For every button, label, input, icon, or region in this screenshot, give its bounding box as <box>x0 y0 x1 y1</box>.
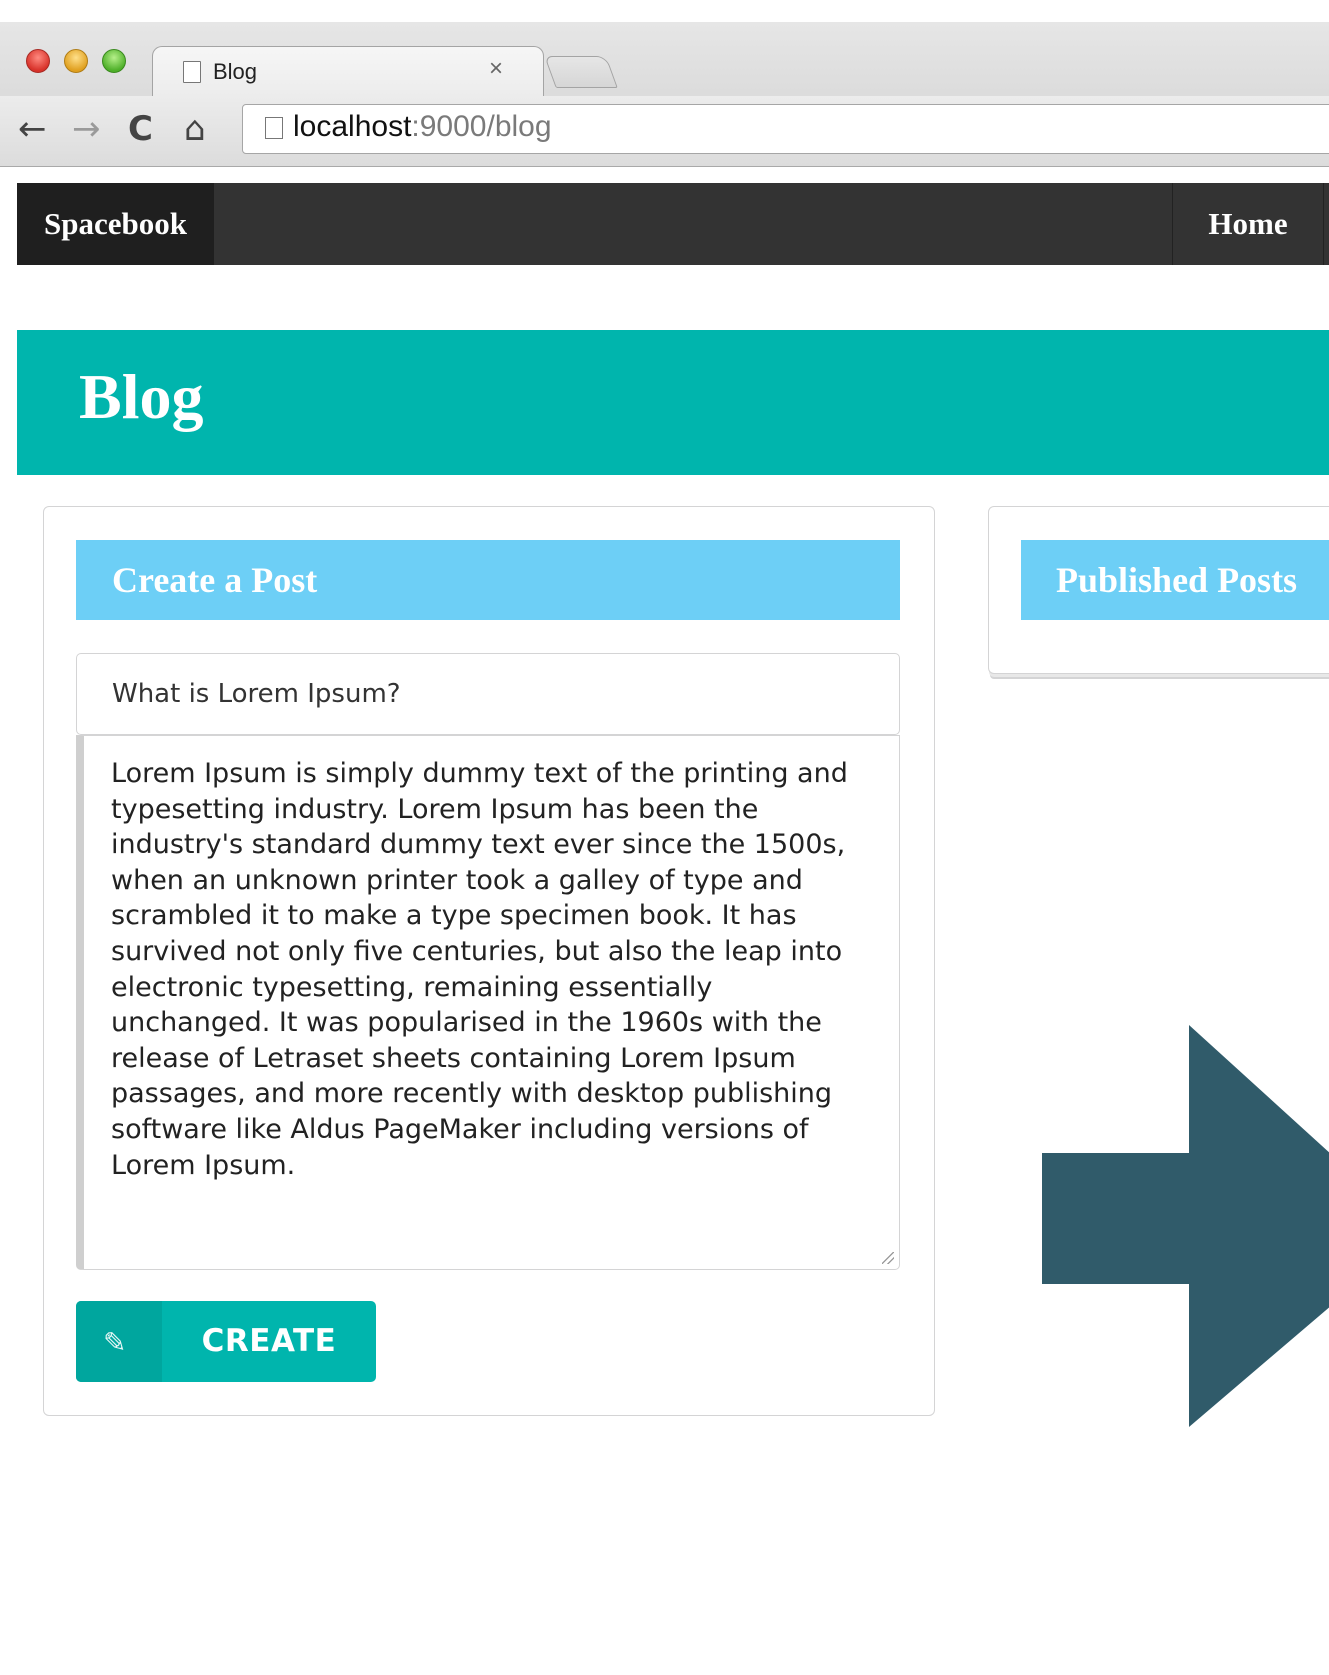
create-post-header: Create a Post <box>76 540 900 620</box>
edit-icon: ✎ <box>103 1327 127 1358</box>
browser-tab[interactable]: Blog × <box>152 46 544 97</box>
browser-chrome: Blog × ← → C ⌂ localhost:9000/blog <box>0 0 1329 167</box>
create-button[interactable]: ✎ CREATE <box>76 1301 376 1382</box>
minimize-window-button[interactable] <box>64 49 88 73</box>
reload-icon[interactable]: C <box>128 104 153 154</box>
published-posts-header: Published Posts <box>1021 540 1329 620</box>
page-icon <box>183 61 201 83</box>
tab-close-icon[interactable]: × <box>489 55 503 83</box>
textarea-resize-handle[interactable] <box>882 1252 894 1264</box>
brand-link[interactable]: Spacebook <box>17 183 214 265</box>
arrow-shape <box>1042 1025 1329 1427</box>
close-window-button[interactable] <box>26 49 50 73</box>
url-path: :9000/blog <box>411 110 552 143</box>
create-button-label: CREATE <box>201 1323 337 1359</box>
zoom-window-button[interactable] <box>102 49 126 73</box>
page-title: Blog <box>79 361 204 432</box>
back-arrow-icon[interactable]: ← <box>18 104 47 154</box>
top-navbar: Spacebook Home <box>17 183 1329 265</box>
page-icon <box>265 117 283 139</box>
url-text: localhost:9000/blog <box>293 110 552 144</box>
page-banner: Blog <box>17 330 1329 475</box>
nav-home-link[interactable]: Home <box>1172 183 1324 265</box>
forward-arrow-icon[interactable]: → <box>72 104 101 154</box>
window-top-edge <box>0 0 1329 22</box>
address-bar[interactable]: localhost:9000/blog <box>242 104 1329 154</box>
home-icon[interactable]: ⌂ <box>184 104 206 154</box>
tab-title: Blog <box>213 59 258 84</box>
edit-icon-container: ✎ <box>76 1301 162 1382</box>
right-arrow-icon <box>1042 1025 1329 1427</box>
new-tab-button[interactable] <box>544 56 618 88</box>
post-body-textarea[interactable]: Lorem Ipsum is simply dummy text of the … <box>76 735 900 1270</box>
url-host: localhost <box>293 110 412 143</box>
post-title-input[interactable] <box>76 653 900 735</box>
